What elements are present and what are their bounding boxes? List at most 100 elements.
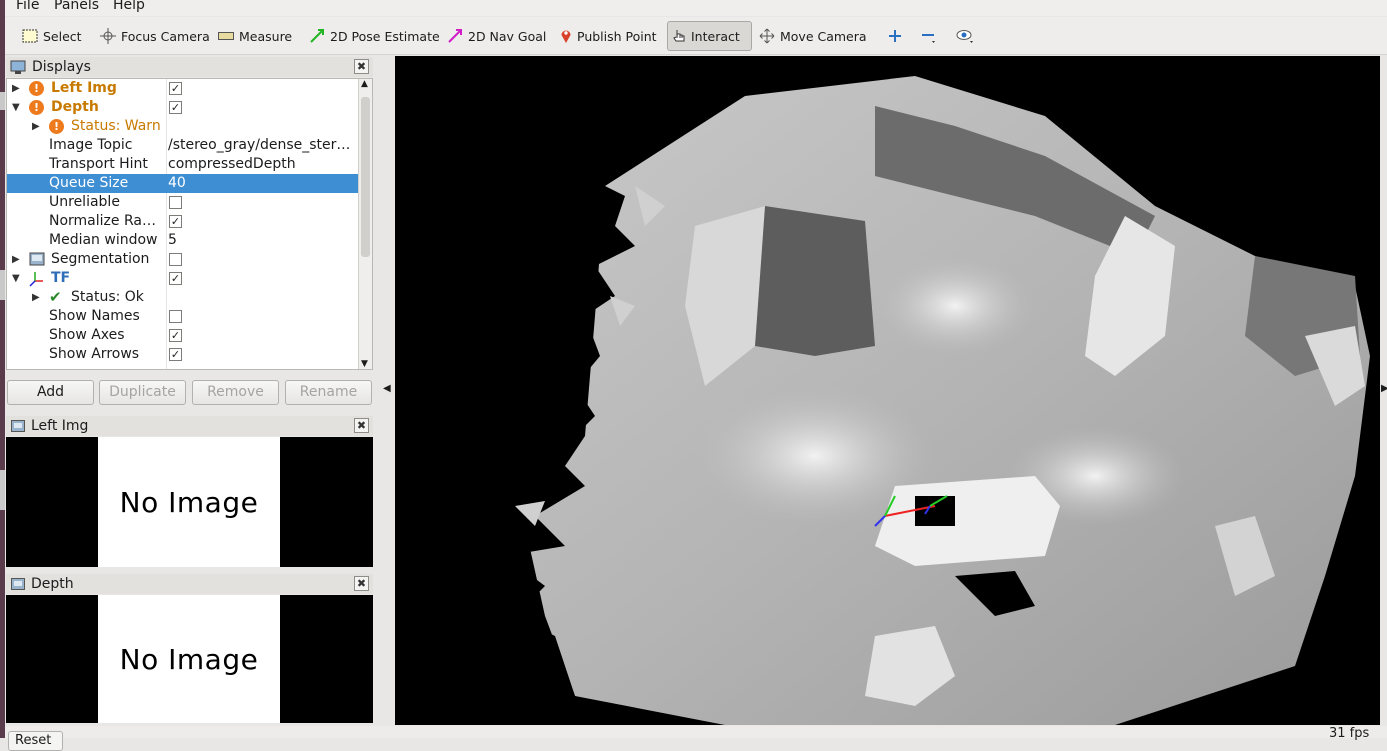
tf-axes-icon — [29, 272, 43, 287]
displays-panel-header: Displays ✖ — [6, 57, 373, 77]
display-name: TF — [51, 270, 71, 286]
tree-row-depth[interactable]: ▼ ! Depth ✓ — [7, 98, 359, 117]
interact-button[interactable]: Interact — [667, 21, 752, 51]
tree-row-segmentation[interactable]: ▶ Segmentation — [7, 250, 359, 269]
left-img-view: No Image — [6, 437, 373, 567]
magenta-arrow-icon — [448, 29, 462, 43]
status-text: Status: Warn — [71, 118, 161, 134]
warning-icon: ! — [49, 119, 64, 134]
left-img-panel-title: Left Img — [31, 418, 89, 434]
show-arrows-checkbox[interactable]: ✓ — [169, 348, 182, 361]
image-display-icon — [29, 252, 45, 266]
property-name: Image Topic — [49, 137, 133, 153]
unreliable-checkbox[interactable] — [169, 196, 182, 209]
property-value[interactable]: /stereo_gray/dense_ster… — [168, 136, 356, 155]
expand-arrow-icon[interactable]: ▶ — [32, 117, 40, 136]
tree-row-left-img[interactable]: ▶ ! Left Img ✓ — [7, 79, 359, 98]
reset-button[interactable]: Reset — [8, 731, 63, 751]
display-name: Left Img — [51, 80, 117, 96]
expand-right-panel-arrow-icon[interactable]: ▶ — [1381, 383, 1387, 394]
collapse-arrow-icon[interactable]: ▼ — [12, 269, 20, 288]
tree-row-image-topic[interactable]: Image Topic /stereo_gray/dense_ster… — [7, 136, 359, 155]
display-name: Depth — [51, 99, 99, 115]
tree-row-normalize-range[interactable]: Normalize Ra… ✓ — [7, 212, 359, 231]
toolbar: Select Focus Camera Measure 2D Pose Esti… — [5, 17, 1387, 55]
close-icon[interactable]: ✖ — [354, 418, 369, 433]
menu-help[interactable]: Help — [113, 0, 145, 13]
collapse-panel-arrow-icon[interactable]: ◀ — [383, 383, 391, 394]
remove-button[interactable]: Remove — [192, 380, 279, 405]
enabled-checkbox[interactable]: ✓ — [169, 82, 182, 95]
tree-row-queue-size[interactable]: Queue Size 40 — [7, 174, 359, 193]
green-arrow-icon — [310, 29, 324, 43]
publish-point-button[interactable]: Publish Point — [556, 21, 661, 51]
left-img-panel-header: Left Img ✖ — [6, 416, 373, 436]
no-image-placeholder: No Image — [98, 437, 280, 567]
scroll-up-icon[interactable]: ▲ — [361, 79, 368, 89]
tree-row-show-axes[interactable]: Show Axes ✓ — [7, 326, 359, 345]
depth-view: No Image — [6, 595, 373, 723]
property-value[interactable]: 40 — [168, 174, 356, 193]
nav-goal-label: 2D Nav Goal — [468, 28, 547, 44]
measure-label: Measure — [239, 28, 293, 44]
expand-arrow-icon[interactable]: ▶ — [32, 288, 40, 307]
expand-arrow-icon[interactable]: ▶ — [12, 250, 20, 269]
property-name: Show Arrows — [49, 346, 140, 362]
ok-check-icon: ✔ — [49, 288, 62, 306]
property-value[interactable]: compressedDepth — [168, 155, 356, 174]
tree-row-tf[interactable]: ▼ TF ✓ — [7, 269, 359, 288]
ruler-icon — [218, 32, 234, 40]
desktop-edge — [0, 0, 5, 738]
tree-scrollbar[interactable]: ▲ ▼ — [358, 79, 372, 369]
tree-row-transport-hint[interactable]: Transport Hint compressedDepth — [7, 155, 359, 174]
no-image-text: No Image — [119, 485, 259, 519]
scrollbar-thumb[interactable] — [361, 97, 370, 257]
move-camera-icon — [759, 28, 775, 44]
tree-row-median-window[interactable]: Median window 5 — [7, 231, 359, 250]
add-tool-button[interactable] — [884, 21, 906, 51]
scroll-down-icon[interactable]: ▼ — [361, 359, 368, 369]
menu-panels[interactable]: Panels — [54, 0, 99, 13]
3d-render-viewport[interactable] — [395, 56, 1380, 725]
enabled-checkbox[interactable]: ✓ — [169, 101, 182, 114]
tree-row-show-arrows[interactable]: Show Arrows ✓ — [7, 345, 359, 364]
plus-icon — [889, 30, 901, 42]
property-name: Normalize Ra… — [49, 213, 156, 229]
expand-arrow-icon[interactable]: ▶ — [12, 79, 20, 98]
close-icon[interactable]: ✖ — [354, 59, 369, 74]
view-options-button[interactable] — [951, 21, 979, 51]
property-value[interactable]: 5 — [168, 231, 356, 250]
status-bar — [5, 726, 1387, 738]
no-image-text: No Image — [119, 642, 259, 676]
property-name: Show Axes — [49, 327, 125, 343]
menubar: File Panels Help — [5, 0, 1387, 16]
tree-row-unreliable[interactable]: Unreliable — [7, 193, 359, 212]
monitor-icon — [10, 60, 26, 74]
status-text: Status: Ok — [71, 289, 144, 305]
remove-tool-button[interactable] — [917, 21, 941, 51]
property-name: Queue Size — [49, 175, 129, 191]
measure-button[interactable]: Measure — [214, 21, 296, 51]
duplicate-button[interactable]: Duplicate — [99, 380, 186, 405]
select-tool-button[interactable]: Select — [18, 21, 86, 51]
menu-file[interactable]: File — [16, 0, 39, 13]
tree-row-show-names[interactable]: Show Names — [7, 307, 359, 326]
show-names-checkbox[interactable] — [169, 310, 182, 323]
nav-goal-button[interactable]: 2D Nav Goal — [443, 21, 550, 51]
focus-camera-button[interactable]: Focus Camera — [96, 21, 214, 51]
collapse-arrow-icon[interactable]: ▼ — [12, 98, 20, 117]
add-button[interactable]: Add — [7, 380, 94, 405]
enabled-checkbox[interactable]: ✓ — [169, 272, 182, 285]
focus-camera-label: Focus Camera — [121, 28, 210, 44]
enabled-checkbox[interactable] — [169, 253, 182, 266]
tree-row-status-ok[interactable]: ▶ ✔ Status: Ok — [7, 288, 359, 307]
hand-pointer-icon — [673, 30, 685, 42]
pose-estimate-button[interactable]: 2D Pose Estimate — [305, 21, 444, 51]
show-axes-checkbox[interactable]: ✓ — [169, 329, 182, 342]
close-icon[interactable]: ✖ — [354, 576, 369, 591]
move-camera-button[interactable]: Move Camera — [755, 21, 871, 51]
tree-row-status-warn[interactable]: ▶ ! Status: Warn — [7, 117, 359, 136]
property-name: Transport Hint — [49, 156, 148, 172]
normalize-range-checkbox[interactable]: ✓ — [169, 215, 182, 228]
rename-button[interactable]: Rename — [285, 380, 372, 405]
